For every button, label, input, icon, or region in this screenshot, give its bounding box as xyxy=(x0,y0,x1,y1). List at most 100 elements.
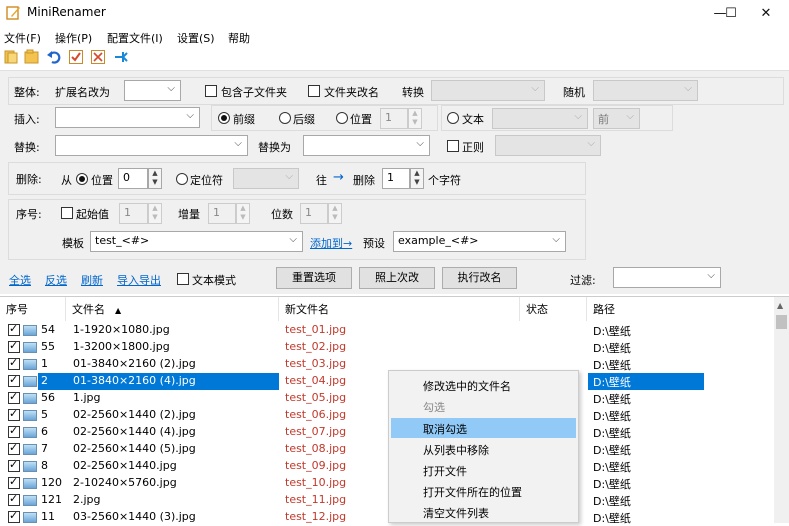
regex-combo[interactable]: ⌵ xyxy=(495,135,601,156)
replace-with-combo[interactable]: ⌵ xyxy=(303,135,430,156)
check-all-icon[interactable] xyxy=(68,49,84,65)
insert-combo[interactable]: ⌵ xyxy=(55,107,200,128)
position-radio[interactable] xyxy=(336,112,348,124)
random-combo[interactable]: ⌵ xyxy=(593,80,698,101)
refresh-link[interactable]: 刷新 xyxy=(81,272,103,288)
start-input[interactable]: 1 xyxy=(119,203,148,224)
folder-add-icon[interactable] xyxy=(3,49,19,65)
row-checkbox[interactable] xyxy=(8,509,20,523)
close-button[interactable]: ✕ xyxy=(743,0,789,26)
ctx-uncheck[interactable]: 取消勾选 xyxy=(391,418,576,438)
select-all-link[interactable]: 全选 xyxy=(9,272,31,288)
column-index[interactable]: 序号 xyxy=(0,297,66,321)
row-checkbox[interactable] xyxy=(8,339,20,353)
locator-radio[interactable] xyxy=(176,173,188,185)
subfolder-checkbox[interactable] xyxy=(205,85,217,97)
delete-label: 删除: xyxy=(16,173,42,186)
table-row[interactable]: 55 1-3200×1800.jpg test_02.jpg D:\壁纸 xyxy=(0,339,774,356)
execute-button[interactable]: 执行改名 xyxy=(442,267,517,289)
invert-link[interactable]: 反选 xyxy=(45,272,67,288)
folder-open-icon[interactable] xyxy=(24,49,40,65)
delete-count-input[interactable]: 1 xyxy=(382,168,410,189)
menu-help[interactable]: 帮助 xyxy=(228,30,250,46)
column-status[interactable]: 状态 xyxy=(520,297,587,321)
menu-operate[interactable]: 操作(P) xyxy=(55,30,92,46)
ctx-open-file[interactable]: 打开文件 xyxy=(391,460,576,480)
column-path[interactable]: 路径 xyxy=(587,297,774,321)
ext-combo[interactable]: ⌵ xyxy=(124,80,181,101)
table-row[interactable]: 56 1.jpg test_05.jpg D:\壁纸 xyxy=(0,390,774,407)
row-checkbox[interactable] xyxy=(8,492,20,506)
insert-position-input[interactable]: 1 xyxy=(380,108,408,129)
pin-icon[interactable] xyxy=(113,49,129,65)
reset-button[interactable]: 重置选项 xyxy=(276,267,352,289)
last-rename-button[interactable]: 照上次改 xyxy=(359,267,435,289)
delete-position-stepper[interactable]: ▲ ▼ xyxy=(148,168,162,189)
prefix-radio[interactable] xyxy=(218,112,230,124)
increment-stepper[interactable]: ▲ ▼ xyxy=(236,203,250,224)
suffix-radio[interactable] xyxy=(279,112,291,124)
ctx-open-location[interactable]: 打开文件所在的位置 xyxy=(391,481,576,501)
start-stepper[interactable]: ▲ ▼ xyxy=(148,203,162,224)
filter-combo[interactable]: ⌵ xyxy=(613,267,721,288)
table-row[interactable]: 11 03-2560×1440 (3).jpg test_12.jpg D:\壁纸 xyxy=(0,509,774,526)
start-checkbox[interactable] xyxy=(61,207,73,219)
ctx-remove-from-list[interactable]: 从列表中移除 xyxy=(391,439,576,459)
menu-file[interactable]: 文件(F) xyxy=(4,30,41,46)
digits-stepper[interactable]: ▲ ▼ xyxy=(328,203,342,224)
digits-input[interactable]: 1 xyxy=(300,203,328,224)
column-newname[interactable]: 新文件名 xyxy=(279,297,520,321)
ctx-rename-selected[interactable]: 修改选中的文件名 xyxy=(391,375,576,395)
row-checkbox[interactable] xyxy=(8,441,20,455)
title-bar: MiniRenamer — ☐ ✕ xyxy=(0,0,789,26)
add-to-link[interactable]: 添加到→ xyxy=(310,235,352,251)
row-checkbox[interactable] xyxy=(8,390,20,404)
row-index: 7 xyxy=(41,442,48,455)
menu-settings[interactable]: 设置(S) xyxy=(177,30,215,46)
text-mode-checkbox[interactable] xyxy=(177,273,189,285)
row-checkbox[interactable] xyxy=(8,373,20,387)
table-row[interactable]: 7 02-2560×1440 (5).jpg test_08.jpg D:\壁纸 xyxy=(0,441,774,458)
template-combo[interactable]: test_<#> ⌵ xyxy=(90,231,303,252)
direction-arrow-icon[interactable]: → xyxy=(333,170,344,185)
import-export-link[interactable]: 导入导出 xyxy=(117,272,161,288)
preset-combo[interactable]: example_<#> ⌵ xyxy=(393,231,566,252)
scroll-up-icon[interactable]: ▲ xyxy=(777,301,783,310)
undo-icon[interactable] xyxy=(46,49,62,65)
vertical-scrollbar[interactable]: ▲ xyxy=(774,297,789,523)
column-filename[interactable]: 文件名 ▲ xyxy=(66,297,279,321)
replace-combo[interactable]: ⌵ xyxy=(55,135,248,156)
row-checkbox[interactable] xyxy=(8,424,20,438)
table-row[interactable]: 6 02-2560×1440 (4).jpg test_07.jpg D:\壁纸 xyxy=(0,424,774,441)
table-row[interactable]: 54 1-1920×1080.jpg test_01.jpg D:\壁纸 xyxy=(0,322,774,339)
row-checkbox[interactable] xyxy=(8,356,20,370)
table-row[interactable]: 8 02-2560×1440.jpg test_09.jpg D:\壁纸 xyxy=(0,458,774,475)
ctx-check[interactable]: 勾选 xyxy=(391,396,576,416)
ctx-clear-list[interactable]: 清空文件列表 xyxy=(391,502,576,522)
row-checkbox[interactable] xyxy=(8,475,20,489)
row-checkbox[interactable] xyxy=(8,458,20,472)
table-row[interactable]: 5 02-2560×1440 (2).jpg test_06.jpg D:\壁纸 xyxy=(0,407,774,424)
convert-combo[interactable]: ⌵ xyxy=(431,80,545,101)
increment-input[interactable]: 1 xyxy=(208,203,236,224)
table-row[interactable]: 121 2.jpg test_11.jpg D:\壁纸 xyxy=(0,492,774,509)
delete-position-radio[interactable] xyxy=(76,173,88,185)
locator-combo[interactable]: ⌵ xyxy=(233,168,299,189)
delete-position-input[interactable]: 0 xyxy=(118,168,148,189)
text-combo[interactable]: ⌵ xyxy=(492,108,588,129)
text-radio[interactable] xyxy=(447,112,459,124)
table-row[interactable]: 1 01-3840×2160 (2).jpg test_03.jpg D:\壁纸 xyxy=(0,356,774,373)
menu-profile[interactable]: 配置文件(I) xyxy=(107,30,163,46)
row-checkbox[interactable] xyxy=(8,407,20,421)
table-row[interactable]: 2 01-3840×2160 (4).jpg test_04.jpg D:\壁纸 xyxy=(0,373,774,390)
delete-count-stepper[interactable]: ▲ ▼ xyxy=(410,168,424,189)
regex-checkbox[interactable] xyxy=(447,140,459,152)
table-row[interactable]: 120 2-10240×5760.jpg test_10.jpg D:\壁纸 xyxy=(0,475,774,492)
insert-dir-combo[interactable]: 前 ⌵ xyxy=(593,108,640,129)
row-checkbox[interactable] xyxy=(8,322,20,336)
increment-label: 增量 xyxy=(178,208,200,221)
insert-position-stepper[interactable]: ▲ ▼ xyxy=(408,108,422,129)
scroll-thumb[interactable] xyxy=(776,315,787,329)
folder-rename-checkbox[interactable] xyxy=(308,85,320,97)
uncheck-icon[interactable] xyxy=(90,49,106,65)
